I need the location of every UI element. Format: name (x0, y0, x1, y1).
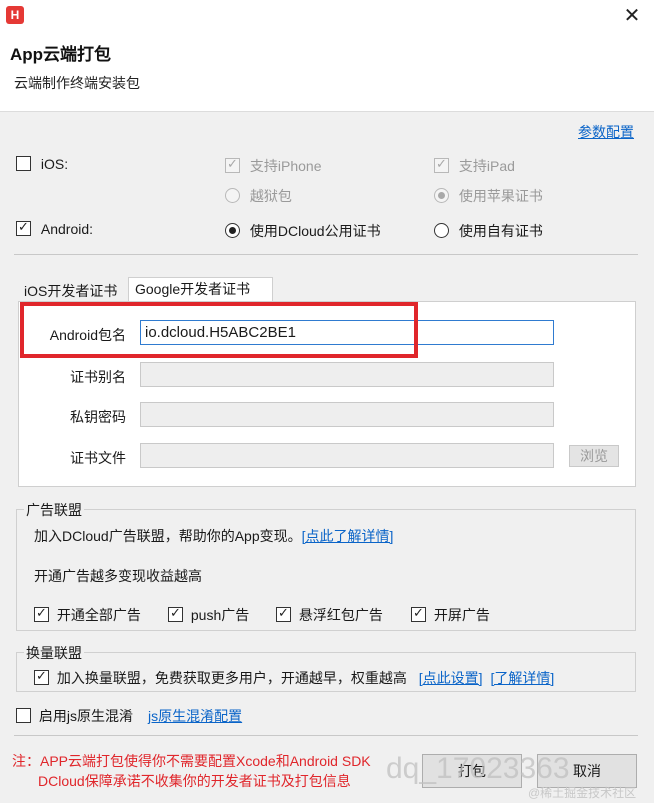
support-ipad-label: 支持iPad (458, 158, 515, 174)
footer-divider (14, 735, 638, 736)
dcloud-cert-radio-row[interactable]: 使用DCloud公用证书 (225, 221, 381, 241)
ads-push-checkbox[interactable] (168, 605, 183, 622)
ios-checkbox-row[interactable]: iOS: (16, 156, 68, 172)
ads-floating-label: 悬浮红包广告 (298, 607, 383, 623)
notice-line-1: 注：APP云端打包使得你不需要配置Xcode和Android SDK (12, 753, 371, 769)
exchange-checkbox[interactable] (34, 668, 49, 685)
ads-details-link[interactable]: [点此了解详情] (302, 528, 394, 544)
obfuscation-label: 启用js原生混淆 (38, 708, 134, 724)
watermark-text: dq_17023363 (386, 752, 570, 785)
own-cert-radio-row[interactable]: 使用自有证书 (434, 221, 543, 241)
dialog-title: App云端打包 (10, 45, 112, 64)
support-iphone-row: 支持iPhone (225, 156, 321, 176)
ads-all-checkbox[interactable] (34, 605, 49, 622)
tab-ios-cert[interactable]: iOS开发者证书 (18, 280, 126, 302)
ads-promo-text: 开通广告越多变现收益越高 (34, 568, 202, 584)
notice-line-2: DCloud保障承诺不收集你的开发者证书及打包信息 (38, 773, 351, 789)
cert-file-label: 证书文件 (70, 450, 126, 466)
android-label: Android: (40, 221, 94, 237)
ads-push-label: push广告 (190, 607, 250, 623)
ads-all-label: 开通全部广告 (56, 607, 141, 623)
section-divider (14, 254, 638, 255)
exchange-group-title: 换量联盟 (24, 643, 84, 663)
exchange-settings-link[interactable]: [点此设置] (419, 670, 483, 686)
browse-button[interactable]: 浏览 (569, 445, 619, 467)
ads-option-floating[interactable]: 悬浮红包广告 (276, 605, 383, 625)
highlight-box (20, 302, 418, 358)
jailbreak-label: 越狱包 (249, 188, 292, 204)
ads-splash-checkbox[interactable] (411, 605, 426, 622)
apple-cert-radio-row: 使用苹果证书 (434, 186, 543, 206)
exchange-details-link[interactable]: [了解详情] (490, 670, 554, 686)
support-ipad-row: 支持iPad (434, 156, 515, 176)
ios-checkbox[interactable] (16, 156, 31, 171)
exchange-row[interactable]: 加入换量联盟，免费获取更多用户，开通越早，权重越高 [点此设置] [了解详情] (34, 668, 554, 688)
obfuscation-config-link[interactable]: js原生混淆配置 (148, 706, 242, 726)
android-checkbox[interactable] (16, 219, 31, 236)
ads-option-splash[interactable]: 开屏广告 (411, 605, 490, 625)
ads-floating-checkbox[interactable] (276, 605, 291, 622)
params-config-link[interactable]: 参数配置 (578, 122, 634, 142)
ads-option-all[interactable]: 开通全部广告 (34, 605, 141, 625)
jailbreak-radio (225, 188, 240, 203)
apple-cert-radio (434, 188, 449, 203)
ios-label: iOS: (40, 156, 69, 172)
private-key-password-label: 私钥密码 (70, 409, 126, 425)
cert-file-input[interactable] (140, 443, 554, 468)
apple-cert-label: 使用苹果证书 (458, 188, 543, 204)
exchange-label: 加入换量联盟，免费获取更多用户，开通越早，权重越高 (56, 670, 407, 686)
ads-description-text: 加入DCloud广告联盟，帮助你的App变现。 (34, 528, 302, 544)
watermark-site: @稀土掘金技术社区 (528, 786, 637, 800)
support-iphone-checkbox (225, 156, 240, 173)
android-checkbox-row[interactable]: Android: (16, 219, 94, 237)
hbuilder-logo-icon: H (6, 6, 24, 24)
ads-option-push[interactable]: push广告 (168, 605, 249, 625)
dcloud-cert-radio[interactable] (225, 223, 240, 238)
tab-google-cert[interactable]: Google开发者证书 (128, 277, 273, 302)
dialog-subtitle: 云端制作终端安装包 (14, 75, 140, 91)
support-ipad-checkbox (434, 156, 449, 173)
private-key-password-input[interactable] (140, 402, 554, 427)
ads-description: 加入DCloud广告联盟，帮助你的App变现。[点此了解详情] (34, 526, 393, 546)
own-cert-radio[interactable] (434, 223, 449, 238)
dcloud-cert-label: 使用DCloud公用证书 (249, 223, 381, 239)
ads-splash-label: 开屏广告 (433, 607, 490, 623)
jailbreak-radio-row: 越狱包 (225, 186, 292, 206)
ads-group-title: 广告联盟 (24, 500, 84, 520)
support-iphone-label: 支持iPhone (249, 158, 322, 174)
close-icon[interactable]: ✕ (618, 4, 646, 28)
cert-alias-label: 证书别名 (70, 369, 126, 385)
obfuscation-checkbox[interactable] (16, 708, 31, 723)
cert-alias-input[interactable] (140, 362, 554, 387)
obfuscation-row[interactable]: 启用js原生混淆 (16, 706, 133, 726)
own-cert-label: 使用自有证书 (458, 223, 543, 239)
